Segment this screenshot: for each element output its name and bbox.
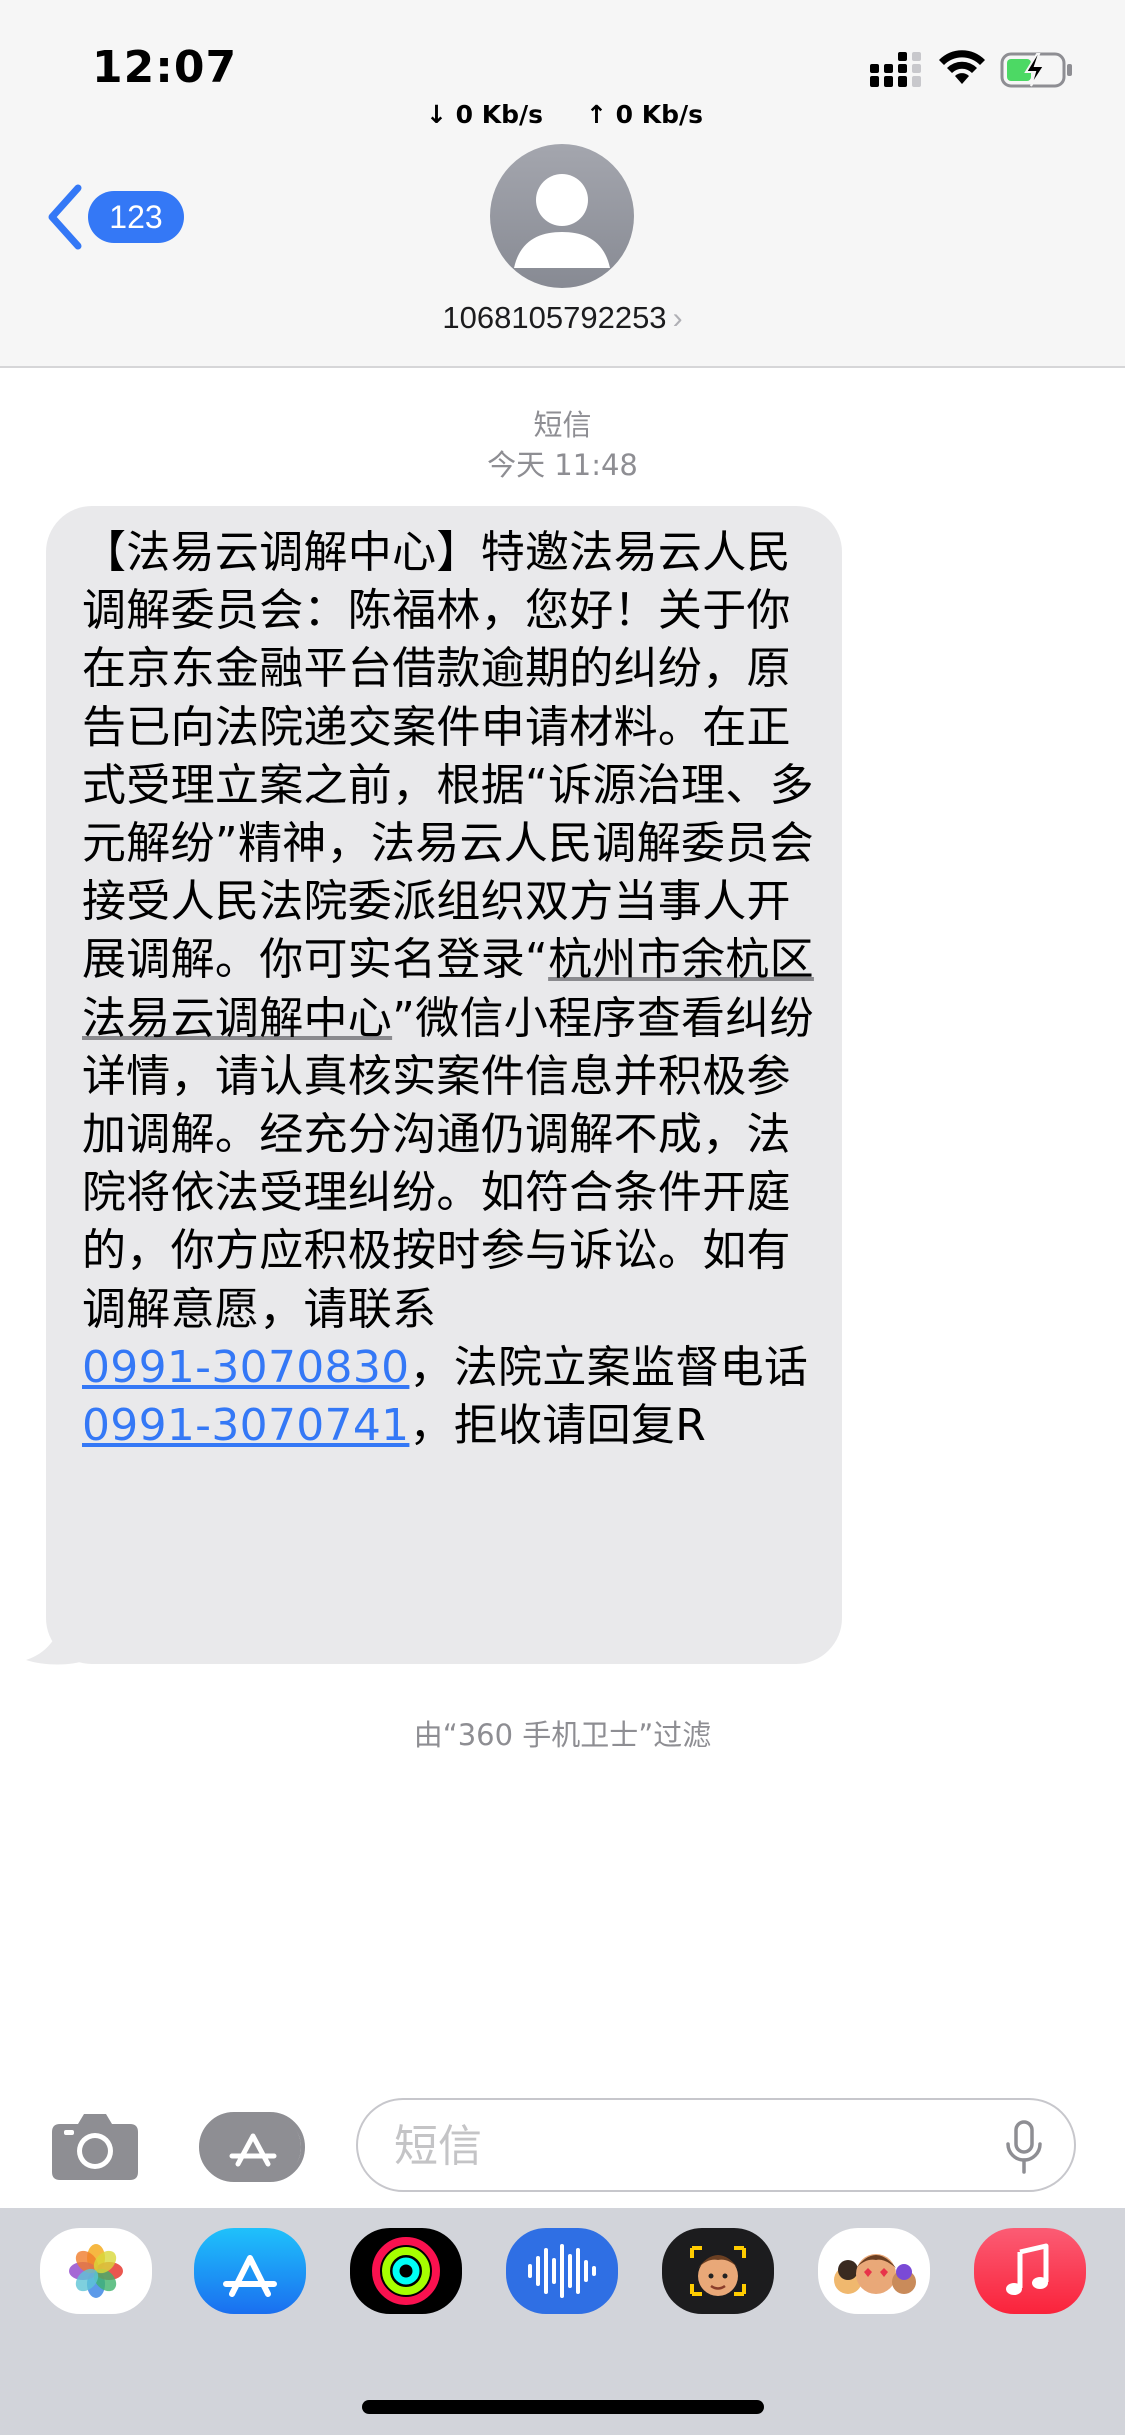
chevron-right-icon: › — [672, 302, 683, 335]
message-text: 【法易云调解中心】特邀法易云人民调解委员会：陈福林，您好！关于你在京东金融平台借… — [82, 524, 822, 1455]
signal-icon — [870, 52, 921, 87]
phone-link-1[interactable]: 0991-3070830 — [82, 1342, 409, 1393]
message-part-4: ，拒收请回复R — [409, 1400, 707, 1452]
audio-app-icon[interactable] — [506, 2228, 618, 2314]
memoji-app-icon[interactable] — [662, 2228, 774, 2314]
filter-note: 由“360 手机卫士”过滤 — [413, 1718, 712, 1752]
wifi-icon — [939, 50, 985, 84]
bubble-tail — [26, 1620, 86, 1665]
camera-icon[interactable] — [50, 2110, 140, 2182]
unread-count-badge: 123 — [88, 191, 184, 243]
contact-number: 1068105792253 — [442, 300, 667, 335]
message-input-field[interactable] — [356, 2098, 1076, 2192]
chevron-left-icon — [48, 184, 82, 250]
conversation-header: 12:07 ↓ 0 Kb/s ↑ 0 Kb/s 123 106810579225… — [0, 0, 1125, 368]
message-part-3: ，法院立案监督电话 — [409, 1341, 809, 1393]
home-indicator[interactable] — [362, 2400, 764, 2414]
service-label: 短信 — [533, 408, 592, 442]
person-silhouette-icon — [514, 174, 610, 268]
upload-speed: ↑ 0 Kb/s — [586, 100, 704, 129]
app-store-icon[interactable] — [198, 2112, 306, 2182]
message-part-1: 【法易云调解中心】特邀法易云人民调解委员会：陈福林，您好！关于你在京东金融平台借… — [82, 527, 814, 986]
phone-link-2[interactable]: 0991-3070741 — [82, 1400, 409, 1451]
memoji-stickers-app-icon[interactable] — [818, 2228, 930, 2314]
photos-app-icon[interactable] — [40, 2228, 152, 2314]
status-time: 12:07 — [92, 42, 238, 93]
messages-screen: 12:07 ↓ 0 Kb/s ↑ 0 Kb/s 123 106810579225… — [0, 0, 1125, 2435]
battery-charging-icon — [1000, 52, 1072, 88]
contact-name-button[interactable]: 1068105792253 › — [0, 300, 1125, 336]
back-button[interactable]: 123 — [46, 184, 184, 250]
mic-icon[interactable] — [1004, 2120, 1044, 2174]
contact-avatar[interactable] — [490, 144, 634, 288]
message-input[interactable] — [392, 2114, 996, 2178]
app-store-app-icon[interactable] — [194, 2228, 306, 2314]
message-timestamp: 今天 11:48 — [487, 448, 638, 482]
fitness-app-icon[interactable] — [350, 2228, 462, 2314]
music-app-icon[interactable] — [974, 2228, 1086, 2314]
download-speed: ↓ 0 Kb/s — [426, 100, 544, 129]
